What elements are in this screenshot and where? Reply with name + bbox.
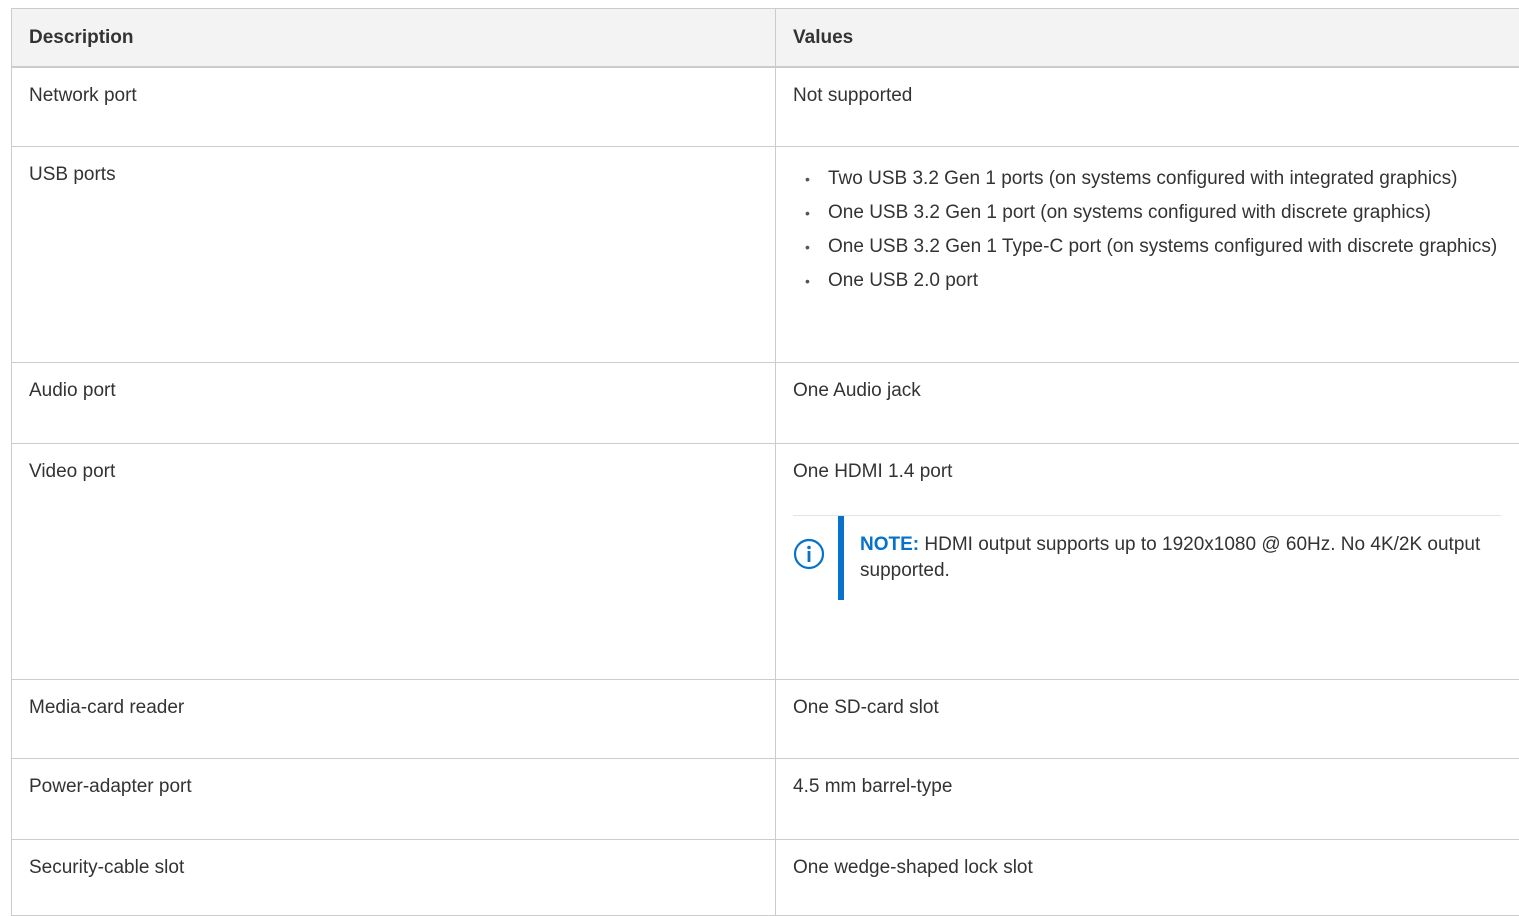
note-callout: NOTE: HDMI output supports up to 1920x10… — [793, 515, 1501, 602]
row-value-media: One SD-card slot — [776, 680, 1519, 759]
row-description-video: Video port — [12, 444, 776, 680]
table-row: Audio port One Audio jack — [12, 363, 1519, 444]
header-values: Values — [776, 9, 1519, 68]
table-header-row: Description Values — [12, 9, 1519, 68]
row-value-power: 4.5 mm barrel-type — [776, 759, 1519, 840]
list-item: One USB 3.2 Gen 1 Type-C port (on system… — [793, 234, 1514, 260]
row-description-power: Power-adapter port — [12, 759, 776, 840]
ports-spec-table-container: Description Values Network port Not supp… — [11, 8, 1519, 916]
usb-ports-list: Two USB 3.2 Gen 1 ports (on systems conf… — [793, 166, 1514, 294]
table-row: USB ports Two USB 3.2 Gen 1 ports (on sy… — [12, 147, 1519, 363]
info-icon — [793, 538, 825, 570]
note-text: NOTE: HDMI output supports up to 1920x10… — [860, 532, 1490, 584]
list-item: One USB 2.0 port — [793, 268, 1514, 294]
ports-spec-table: Description Values Network port Not supp… — [11, 8, 1519, 916]
row-value-network: Not supported — [776, 67, 1519, 147]
row-value-video: One HDMI 1.4 port NOTE: HDMI output supp… — [776, 444, 1519, 680]
table-row: Power-adapter port 4.5 mm barrel-type — [12, 759, 1519, 840]
note-body: HDMI output supports up to 1920x1080 @ 6… — [860, 534, 1480, 581]
header-description: Description — [12, 9, 776, 68]
table-row: Security-cable slot One wedge-shaped loc… — [12, 840, 1519, 916]
row-value-security: One wedge-shaped lock slot — [776, 840, 1519, 916]
table-row: Media-card reader One SD-card slot — [12, 680, 1519, 759]
row-description-usb: USB ports — [12, 147, 776, 363]
row-description-media: Media-card reader — [12, 680, 776, 759]
row-value-usb: Two USB 3.2 Gen 1 ports (on systems conf… — [776, 147, 1519, 363]
row-description-network: Network port — [12, 67, 776, 147]
list-item: Two USB 3.2 Gen 1 ports (on systems conf… — [793, 166, 1514, 192]
note-accent-bar — [838, 516, 844, 600]
row-description-audio: Audio port — [12, 363, 776, 444]
row-description-security: Security-cable slot — [12, 840, 776, 916]
table-row: Video port One HDMI 1.4 port NOTE: HDMI … — [12, 444, 1519, 680]
table-row: Network port Not supported — [12, 67, 1519, 147]
note-label: NOTE: — [860, 534, 919, 555]
list-item: One USB 3.2 Gen 1 port (on systems confi… — [793, 200, 1514, 226]
row-value-audio: One Audio jack — [776, 363, 1519, 444]
video-port-value: One HDMI 1.4 port — [793, 459, 1514, 485]
